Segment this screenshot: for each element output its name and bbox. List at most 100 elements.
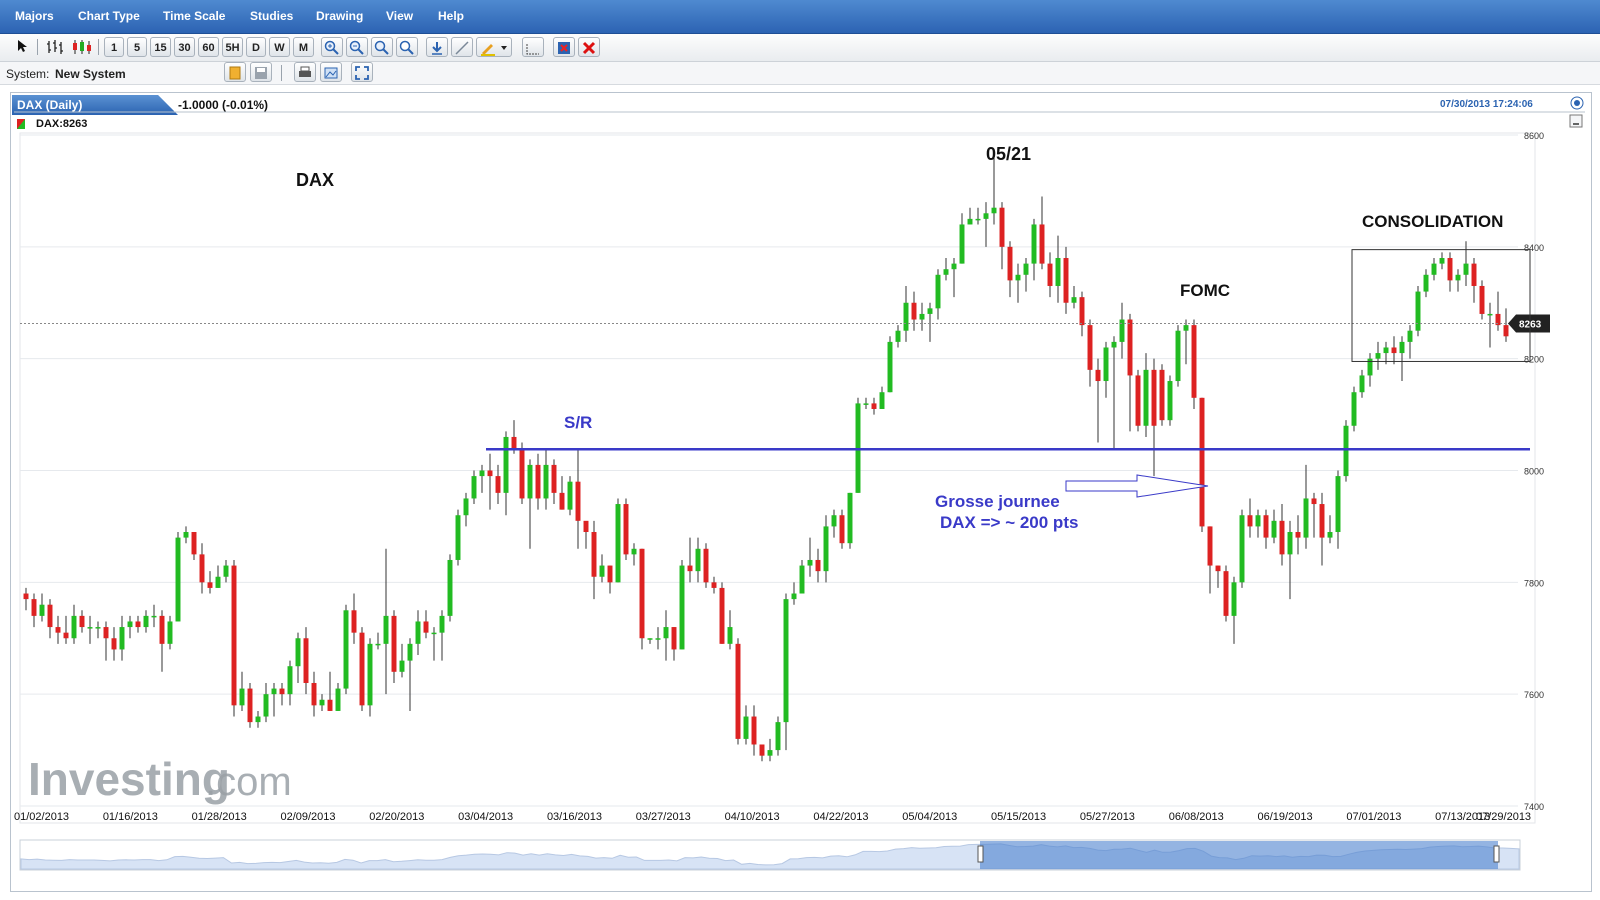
candle-body: [735, 643, 741, 739]
candle-body: [527, 464, 533, 499]
candle-body: [663, 627, 669, 639]
candle-body: [1039, 224, 1045, 264]
annotation-fomc: FOMC: [1180, 281, 1230, 300]
x-tick-label: 06/19/2013: [1258, 811, 1313, 823]
candle-body: [535, 464, 541, 499]
candle-body: [1431, 263, 1437, 275]
candle-body: [1423, 274, 1429, 292]
candle-body: [359, 632, 365, 706]
candle-body: [1175, 330, 1181, 382]
candle-body: [839, 515, 845, 544]
annotation-peak-date: 05/21: [986, 144, 1031, 164]
x-tick-label: 06/08/2013: [1169, 811, 1224, 823]
candle-body: [415, 621, 421, 644]
candle-body: [39, 604, 45, 616]
candle-body: [287, 666, 293, 695]
candle-body: [1343, 425, 1349, 477]
candle-body: [775, 722, 781, 751]
candlestick-chart: DAX:8263 7400760078008000820084008600 01…: [14, 96, 1585, 871]
candle-body: [879, 392, 885, 409]
x-tick-label: 01/28/2013: [192, 811, 247, 823]
consolidation-box: [1351, 249, 1531, 362]
candle-body: [247, 688, 253, 723]
candle-body: [1327, 532, 1333, 538]
candle-body: [919, 313, 925, 320]
candle-body: [1111, 341, 1117, 348]
candle-body: [519, 448, 525, 499]
annotation-note-2: DAX => ~ 200 pts: [940, 513, 1078, 532]
candle-body: [895, 330, 901, 342]
candle-body: [1127, 319, 1133, 376]
candle-body: [1087, 325, 1093, 370]
candle-body: [759, 744, 765, 756]
candle-body: [1471, 263, 1477, 286]
candle-body: [111, 638, 117, 650]
candle-body: [367, 643, 373, 706]
candle-body: [351, 610, 357, 633]
candle-body: [1071, 297, 1077, 303]
candle-body: [1223, 571, 1229, 616]
candle-body: [767, 750, 773, 756]
candle-body: [615, 504, 621, 583]
x-tick-label: 02/20/2013: [369, 811, 424, 823]
annotation-consolidation: CONSOLIDATION: [1362, 212, 1503, 231]
candle-body: [727, 627, 733, 644]
candle-body: [1335, 476, 1341, 533]
candle-body: [607, 565, 613, 583]
candle-body: [559, 492, 565, 510]
candle-body: [791, 593, 797, 600]
candle-body: [47, 604, 53, 628]
candle-body: [327, 699, 333, 711]
candle-body: [967, 218, 973, 225]
candle-body: [887, 341, 893, 393]
candle-body: [399, 660, 405, 672]
candle-body: [1319, 504, 1325, 538]
candle-body: [319, 699, 325, 706]
candle-body: [1255, 515, 1261, 527]
candle-body: [783, 599, 789, 723]
candle-body: [223, 565, 229, 577]
candle-body: [263, 694, 269, 717]
candle-body: [463, 498, 469, 516]
minimize-icon[interactable]: [1569, 114, 1583, 128]
candle-body: [1263, 515, 1269, 538]
candle-body: [143, 615, 149, 628]
x-tick-label: 02/09/2013: [280, 811, 335, 823]
candle-body: [1463, 263, 1469, 275]
candle-body: [1383, 347, 1389, 354]
candle-body: [303, 638, 309, 683]
candle-body: [1199, 397, 1205, 527]
x-tick-label: 03/27/2013: [636, 811, 691, 823]
candle-body: [975, 218, 981, 221]
navigator-selection[interactable]: [980, 841, 1498, 869]
candle-body: [583, 520, 589, 533]
candle-body: [1391, 347, 1397, 354]
candle-body: [1239, 515, 1245, 583]
candle-body: [343, 610, 349, 689]
candle-body: [1015, 274, 1021, 281]
annotation-note-1: Grosse journee: [935, 492, 1060, 511]
candle-body: [679, 565, 685, 650]
candle-body: [447, 559, 453, 616]
candle-body: [207, 582, 213, 588]
candle-body: [1295, 532, 1301, 538]
candle-body: [1143, 369, 1149, 426]
x-tick-label: 03/16/2013: [547, 811, 602, 823]
candle-body: [255, 716, 261, 723]
candle-body: [1303, 498, 1309, 538]
candle-body: [511, 436, 517, 449]
candle-body: [167, 621, 173, 644]
candle-body: [1351, 392, 1357, 426]
y-tick-label: 7600: [1524, 690, 1544, 700]
candle-body: [1231, 582, 1237, 616]
candle-body: [151, 615, 157, 618]
navigator-left-handle[interactable]: [977, 845, 984, 863]
investing-logo: Investing .com: [28, 753, 292, 805]
candle-body: [1047, 263, 1053, 286]
candle-body: [903, 302, 909, 331]
candle-body: [103, 627, 109, 639]
candle-body: [1279, 520, 1285, 555]
x-tick-label: 07/29/2013: [1476, 811, 1531, 823]
navigator-right-handle[interactable]: [1493, 845, 1500, 863]
candle-body: [1503, 325, 1509, 337]
